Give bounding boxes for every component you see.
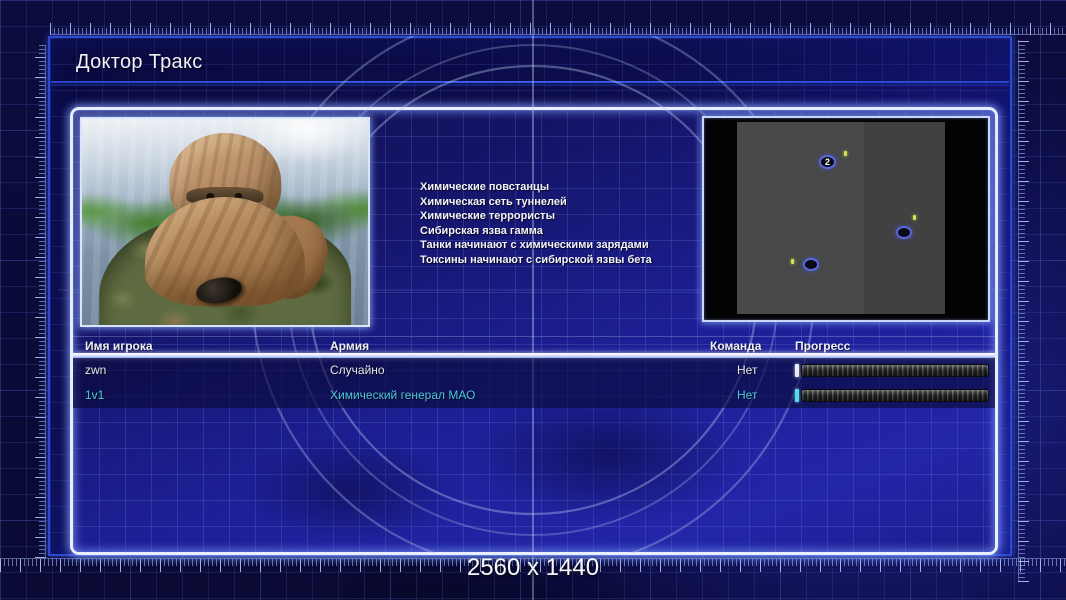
resolution-label: 2560 x 1440 bbox=[466, 554, 600, 581]
minimap-frame: 2 bbox=[702, 116, 990, 322]
resource-dot bbox=[791, 259, 794, 264]
page-title: Доктор Тракс bbox=[76, 51, 203, 73]
start-position-marker bbox=[896, 226, 912, 239]
portrait-image bbox=[82, 119, 368, 325]
cell-player-name: 1v1 bbox=[85, 388, 105, 402]
progress-track bbox=[801, 364, 989, 377]
start-position-marker bbox=[803, 258, 819, 271]
resource-dot bbox=[913, 215, 916, 220]
panel-content: Химические повстанцы Химическая сеть тун… bbox=[73, 110, 995, 552]
progress-indicator bbox=[795, 364, 799, 377]
progress-indicator bbox=[795, 389, 799, 402]
general-traits-list: Химические повстанцы Химическая сеть тун… bbox=[420, 180, 730, 268]
cell-army: Химический генерал МАО bbox=[330, 388, 476, 402]
ruler-right bbox=[1018, 40, 1029, 582]
marker-label: 2 bbox=[824, 157, 830, 167]
trait-line: Химическая сеть туннелей bbox=[420, 195, 567, 208]
progress-bar bbox=[795, 364, 989, 377]
trait-line: Химические повстанцы bbox=[420, 181, 550, 193]
progress-bar bbox=[795, 389, 989, 402]
progress-track bbox=[801, 389, 989, 402]
cell-team: Нет bbox=[737, 388, 758, 402]
loading-screen: Доктор Тракс Химические повстанцы Химиче… bbox=[0, 0, 1066, 600]
ruler-top bbox=[50, 23, 1066, 35]
start-position-marker: 2 bbox=[819, 155, 836, 169]
portrait-frame bbox=[80, 117, 370, 327]
trait-line: Сибирская язва гамма bbox=[420, 224, 543, 237]
table-row: 1v1 Химический генерал МАО Нет bbox=[73, 383, 995, 408]
cell-team: Нет bbox=[737, 363, 758, 377]
cell-player-name: zwn bbox=[85, 363, 107, 377]
table-row: zwn Случайно Нет bbox=[73, 358, 995, 383]
cell-army: Случайно bbox=[330, 363, 385, 377]
trait-line: Токсины начинают с сибирской язвы бета bbox=[420, 253, 652, 266]
ruler-left bbox=[35, 45, 46, 558]
resource-dot bbox=[844, 151, 847, 156]
players-table: zwn Случайно Нет 1v1 Химический генерал … bbox=[73, 358, 995, 408]
table-header-topline bbox=[73, 336, 995, 337]
title-separator bbox=[51, 81, 1009, 83]
trait-line: Танки начинают с химическими зарядами bbox=[420, 239, 649, 252]
trait-line: Химические террористы bbox=[420, 210, 555, 223]
